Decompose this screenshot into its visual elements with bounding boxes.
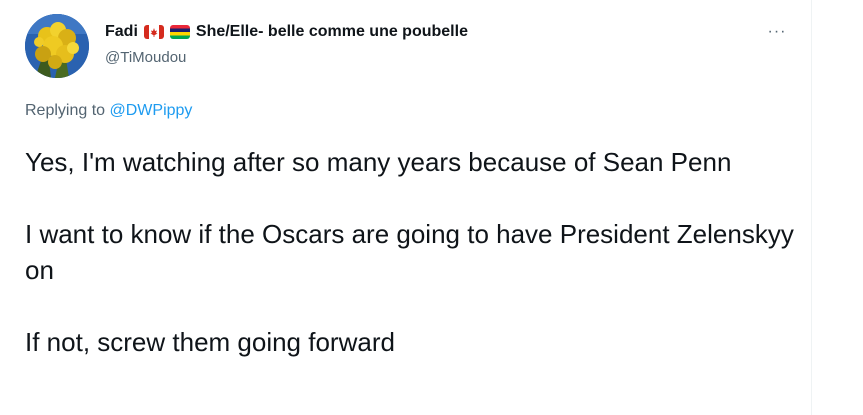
avatar[interactable] [25, 14, 89, 78]
canada-flag-icon [143, 25, 164, 39]
author-name-row[interactable]: Fadi She/Elle- belle comme une poubelle [105, 21, 468, 43]
tweet-card[interactable]: Fadi She/Elle- belle comme une poubelle … [0, 0, 812, 415]
right-gutter [812, 0, 863, 415]
more-dots-icon[interactable]: ··· [764, 22, 790, 42]
mauritius-flag-icon [169, 25, 190, 39]
yellow-flowers-avatar-icon [25, 14, 89, 78]
replying-to-label: Replying to [25, 102, 106, 119]
reply-mention-link[interactable]: @DWPippy [110, 102, 193, 119]
tweet-paragraph: If not, screw them going forward [25, 327, 395, 357]
tweet-paragraph: I want to know if the Oscars are going t… [25, 219, 794, 285]
tweet-paragraph: Yes, I'm watching after so many years be… [25, 147, 732, 177]
bio-suffix[interactable]: She/Elle- belle comme une poubelle [196, 23, 468, 41]
tweet-body: Yes, I'm watching after so many years be… [25, 144, 800, 396]
user-handle[interactable]: @TiMoudou [105, 49, 186, 66]
replying-to-line: Replying to @DWPippy [25, 102, 192, 120]
display-name[interactable]: Fadi [105, 23, 138, 41]
